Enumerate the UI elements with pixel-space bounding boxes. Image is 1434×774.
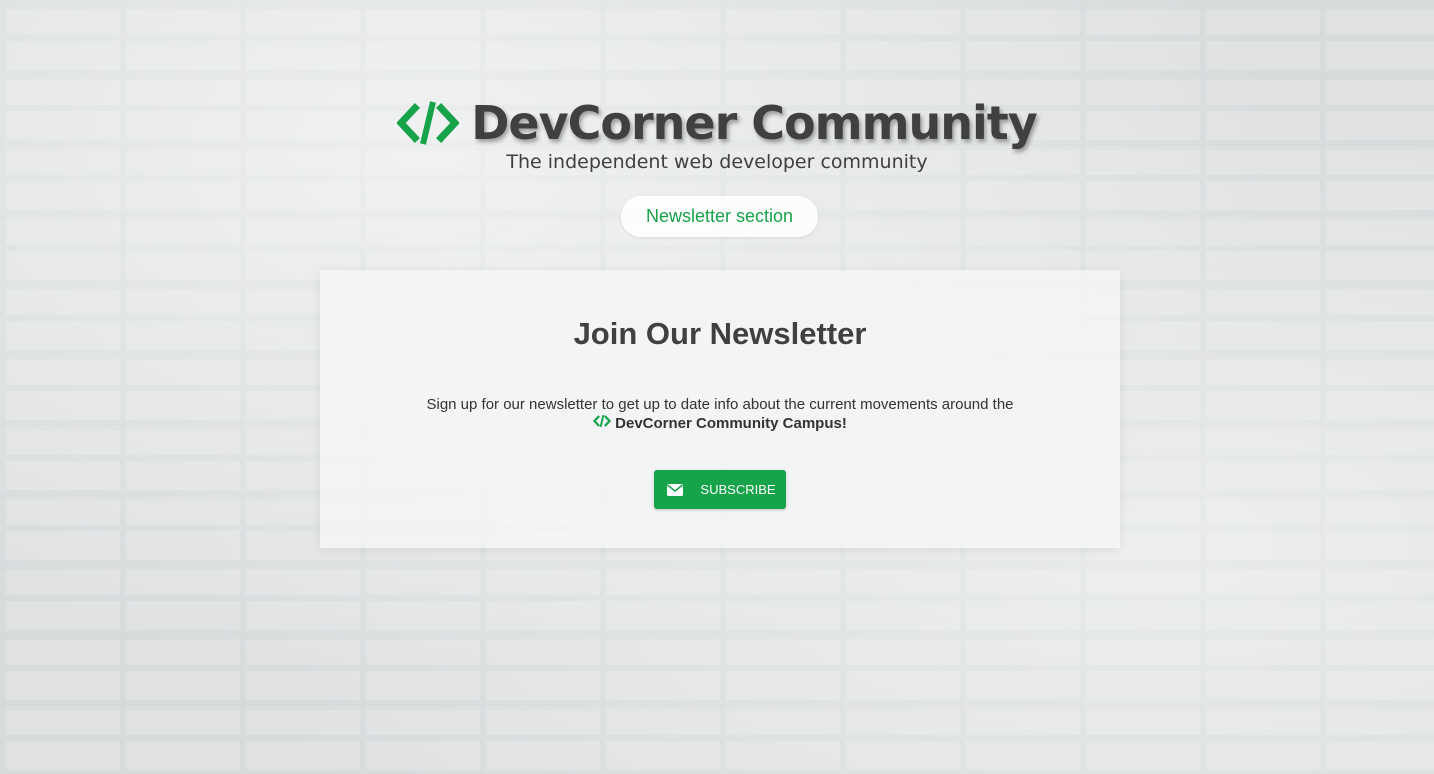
newsletter-description: Sign up for our newsletter to get up to …	[426, 396, 1014, 413]
site-header: DevCorner Community The independent web …	[0, 96, 1434, 173]
brand[interactable]: DevCorner Community	[397, 96, 1038, 150]
newsletter-card: Join Our Newsletter Sign up for our news…	[320, 270, 1120, 548]
envelope-icon	[654, 483, 696, 496]
newsletter-title: Join Our Newsletter	[573, 316, 867, 351]
newsletter-brand-line: DevCorner Community Campus!	[593, 414, 847, 433]
subscribe-button[interactable]: SUBSCRIBE	[654, 470, 786, 509]
brand-title: DevCorner Community	[471, 96, 1038, 150]
newsletter-description-block: Sign up for our newsletter to get up to …	[320, 396, 1120, 433]
newsletter-section-link[interactable]: Newsletter section	[621, 196, 818, 237]
subscribe-label: SUBSCRIBE	[700, 482, 776, 497]
newsletter-brand-name: DevCorner Community Campus!	[615, 414, 847, 432]
code-brackets-icon	[593, 414, 612, 433]
tagline: The independent web developer community	[506, 151, 928, 173]
code-brackets-icon	[397, 98, 460, 148]
